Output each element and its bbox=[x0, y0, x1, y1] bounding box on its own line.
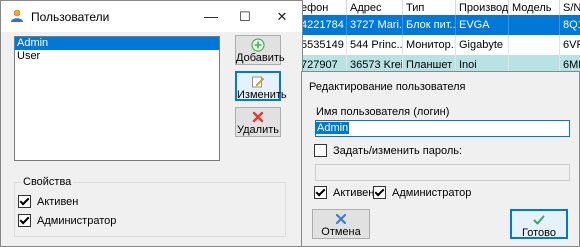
edit-admin-label: Администратор bbox=[392, 187, 472, 199]
table-cell-model bbox=[509, 15, 560, 35]
edit-user-button[interactable]: Изменить bbox=[235, 71, 287, 101]
username-field[interactable]: Admin bbox=[315, 120, 570, 137]
edit-user-label: Изменить bbox=[237, 89, 287, 101]
table-cell-phone: 4221784 bbox=[298, 15, 347, 35]
set-password-checkbox-box[interactable] bbox=[314, 143, 327, 157]
ok-button[interactable]: Готово bbox=[510, 209, 568, 239]
ok-label: Готово bbox=[522, 227, 556, 239]
cancel-button[interactable]: Отмена bbox=[312, 209, 370, 239]
table-cell-model bbox=[509, 35, 560, 55]
username-label: Имя пользователя (логин) bbox=[316, 106, 450, 118]
password-field[interactable] bbox=[315, 164, 570, 181]
red-x-icon bbox=[252, 111, 264, 123]
active-checkbox[interactable]: Активен bbox=[18, 194, 78, 210]
edit-active-checkbox-box[interactable] bbox=[314, 185, 327, 199]
edit-active-checkbox[interactable]: Активен bbox=[314, 185, 374, 201]
add-user-button[interactable]: Добавить bbox=[235, 35, 285, 65]
users-window: Пользователи — ☐ ✕ Admin User Добавить И… bbox=[0, 0, 303, 247]
admin-checkbox-box[interactable] bbox=[18, 213, 31, 227]
users-list[interactable]: Admin User bbox=[14, 36, 220, 161]
edit-admin-checkbox-box[interactable] bbox=[373, 185, 386, 199]
delete-user-label: Удалить bbox=[237, 124, 279, 136]
username-value: Admin bbox=[316, 122, 350, 134]
list-item[interactable]: Admin bbox=[15, 37, 219, 50]
table-cell-type: Монитор... bbox=[403, 35, 456, 55]
edit-admin-checkbox[interactable]: Администратор bbox=[373, 185, 471, 201]
pencil-edit-icon bbox=[252, 76, 265, 88]
edit-user-window: Редактирование пользователя Имя пользова… bbox=[301, 71, 580, 247]
table-cell-address: 544 Princ... bbox=[347, 35, 403, 55]
table-cell-serial: 6VF5 bbox=[560, 35, 580, 55]
users-window-titlebar[interactable]: Пользователи — ☐ ✕ bbox=[1, 1, 302, 32]
users-window-title: Пользователи bbox=[31, 10, 110, 24]
table-cell-serial: 8Q1 bbox=[560, 15, 580, 35]
table-cell-phone: 5535149 bbox=[298, 35, 347, 55]
add-user-label: Добавить bbox=[236, 52, 285, 64]
table-cell-address: 3727 Mari... bbox=[347, 15, 403, 35]
plus-circle-icon bbox=[251, 38, 265, 52]
set-password-checkbox[interactable]: Задать/изменить пароль: bbox=[314, 143, 462, 159]
active-checkbox-box[interactable] bbox=[18, 194, 31, 208]
delete-user-button[interactable]: Удалить bbox=[235, 107, 281, 137]
set-password-label: Задать/изменить пароль: bbox=[333, 145, 463, 157]
admin-checkbox[interactable]: Администратор bbox=[18, 213, 116, 229]
table-cell-type: Блок пит... bbox=[403, 15, 456, 35]
cancel-label: Отмена bbox=[321, 226, 361, 238]
table-cell-manufacturer: Gigabyte bbox=[456, 35, 509, 55]
close-button[interactable]: ✕ bbox=[266, 1, 298, 32]
edit-user-window-title: Редактирование пользователя bbox=[309, 81, 466, 93]
maximize-button[interactable]: ☐ bbox=[229, 1, 261, 32]
properties-group-title: Свойства bbox=[21, 176, 74, 188]
blue-x-icon bbox=[335, 213, 347, 225]
minimize-button[interactable]: — bbox=[195, 1, 227, 32]
green-check-icon bbox=[533, 215, 545, 225]
admin-checkbox-label: Администратор bbox=[37, 215, 117, 227]
table-cell-manufacturer: EVGA bbox=[456, 15, 509, 35]
edit-active-label: Активен bbox=[333, 187, 375, 199]
users-icon bbox=[11, 9, 23, 22]
active-checkbox-label: Активен bbox=[37, 196, 79, 208]
list-item[interactable]: User bbox=[15, 50, 219, 63]
